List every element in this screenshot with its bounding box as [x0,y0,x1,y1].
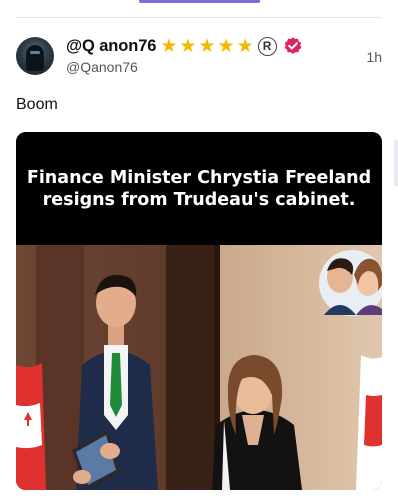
post-media-image[interactable]: Finance Minister Chrystia Freeland resig… [16,132,382,490]
author-name-row: @Q anon76 ★ ★ ★ ★ ★ R [66,36,303,56]
star-icon: ★ [217,35,235,57]
star-icon: ★ [179,35,197,57]
post-body-text: Boom [16,96,58,113]
star-icon: ★ [198,35,216,57]
author-display-name[interactable]: @Q anon76 [66,37,156,56]
headline-band: Finance Minister Chrystia Freeland resig… [16,132,382,245]
verified-badge-icon [284,37,301,54]
post-timestamp: 1h [366,49,382,65]
divider [16,17,382,18]
media-headline: Finance Minister Chrystia Freeland resig… [26,167,372,210]
scrollbar[interactable] [394,140,398,186]
star-icon: ★ [236,35,254,57]
news-photo [16,245,382,490]
registered-icon: R [257,36,277,56]
active-tab-indicator [139,0,260,3]
post-header: @Q anon76 ★ ★ ★ ★ ★ R @Qanon76 1h [16,36,382,80]
star-icon: ★ [160,35,178,57]
author-handle[interactable]: @Qanon76 [66,59,138,75]
avatar[interactable] [16,37,54,75]
